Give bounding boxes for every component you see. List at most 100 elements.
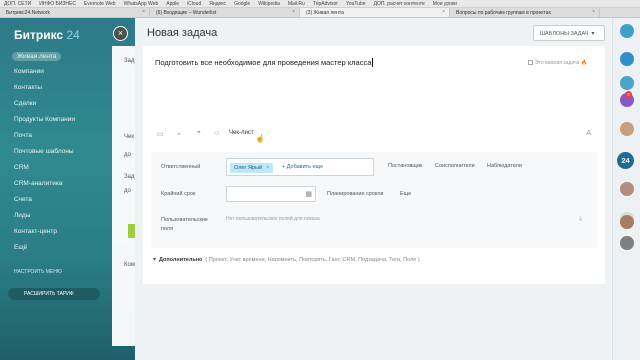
task-title-input[interactable]: Подготовить все необходимое для проведен… [155,58,374,67]
format-button[interactable]: A [586,130,591,137]
editor-toolbar: ▭ ⌁ ❞ ☺ Чек-лист ☝ A [157,130,597,143]
configure-menu-link[interactable]: НАСТРОИТЬ МЕНЮ [14,269,62,275]
creator-link[interactable]: Постановщик [388,163,422,169]
responsible-field[interactable]: Олег Ярый × + Добавить еще [226,158,374,176]
search-icon[interactable] [620,24,634,38]
attach-icon[interactable]: ⌁ [177,130,181,138]
sidebar-item-deals[interactable]: Сделки [14,100,36,107]
logo-number: 24 [66,28,80,42]
browser-tabs: Битрикс24.Network × (6) Входящие – Wunder… [0,8,640,18]
avatar[interactable] [620,122,634,136]
bookmark-item[interactable]: ДОП. СЕТИ [4,1,31,7]
user-tag[interactable]: Олег Ярый × [230,163,274,173]
bookmark-item[interactable]: YouTube [346,1,366,7]
sidebar-item-mail[interactable]: Почта [14,132,32,139]
bookmark-item[interactable]: WhatsApp Web [124,1,159,7]
checklist-button[interactable]: Чек-лист [229,130,254,136]
notifications-icon[interactable] [620,52,634,66]
more-link[interactable]: Еще [400,191,411,197]
page-title: Новая задача [147,27,218,39]
mention-icon[interactable]: ☺ [213,130,220,137]
bookmark-item[interactable]: Apple [166,1,179,7]
browser-tab[interactable]: Битрикс24.Network × [0,8,150,17]
bookmark-item[interactable]: Evernote Web [84,1,116,7]
task-title-text: Подготовить все необходимое для проведен… [155,58,372,67]
bookmark-item[interactable]: Мои уроки [433,1,457,7]
responsible-label: Ответственный [161,164,201,170]
deadline-input[interactable]: ▦ [226,186,316,202]
important-label: Это важная задача [535,60,580,66]
close-tab-icon[interactable]: × [592,9,595,15]
bookmark-item[interactable]: Wikipedia [258,1,280,7]
sidebar-item-invoices[interactable]: Счета [14,196,32,203]
bookmarks-bar: ДОП. СЕТИ ИНФО БИЗНЕС Evernote Web WhatsApp… [0,0,640,8]
logo-text: Битрикс [14,28,64,42]
plan-dates-link[interactable]: Планирование сроков [327,191,383,197]
bg-text: Чек [124,134,134,140]
bookmark-item[interactable]: Яндекс [209,1,226,7]
chevron-down-icon: ▾ [153,257,157,263]
close-tab-icon[interactable]: × [142,9,145,15]
task-form: Подготовить все необходимое для проведен… [143,46,605,284]
additional-label: Дополнительно [159,257,203,263]
tab-label: Вопросы по рабочим группам в проектах [456,10,551,16]
deadline-label: Крайний срок [161,191,196,197]
bookmark-item[interactable]: Mail.Ru [288,1,305,7]
sidebar-item-products[interactable]: Продукты Компании [14,116,75,123]
close-tab-icon[interactable]: × [442,9,445,15]
important-checkbox[interactable]: Это важная задача 🔥 [528,60,588,66]
bookmark-item[interactable]: TripAdvisor [313,1,338,7]
close-tab-icon[interactable]: × [292,9,295,15]
bookmark-item[interactable]: ИНФО БИЗНЕС [39,1,76,7]
observers-link[interactable]: Наблюдатели [487,163,522,169]
expand-plan-button[interactable]: РАСШИРИТЬ ТАРИФ [8,288,100,300]
close-slider-button[interactable]: × [113,26,128,41]
additional-items: ( Проект, Учет времени, Напомнить, Повто… [205,257,420,263]
custom-fields-label: Пользовательские поля [161,217,208,232]
coexecutors-link[interactable]: Соисполнители [435,163,475,169]
bg-text: до [124,152,131,158]
text-caret [372,58,374,67]
bookmark-item[interactable]: ДОП. расчет контенте [374,1,425,7]
bookmark-item[interactable]: Google [234,1,250,7]
tab-label: (6) Входящие – Wunderlist [156,10,217,16]
sidebar-item-crm[interactable]: CRM [14,164,29,171]
sidebar-item-live-feed[interactable]: Живая лента [12,52,62,61]
avatar[interactable] [620,182,634,196]
calendar-icon[interactable]: ▦ [305,190,312,198]
sidebar-item-leads[interactable]: Лиды [14,212,30,219]
sidebar-item-companies[interactable]: Компании [14,68,44,75]
quote-icon[interactable]: ❞ [197,130,201,138]
sidebar-item-more[interactable]: Ещё [14,244,27,251]
avatar[interactable] [620,215,634,229]
bitrix24-counter-icon[interactable]: 24 [617,152,634,169]
checkbox-icon [528,60,533,65]
sidebar-item-contact-center[interactable]: Контакт-центр [14,228,57,235]
unread-badge: 3 [625,91,632,98]
browser-tab[interactable]: (6) Входящие – Wunderlist × [150,8,300,17]
additional-section[interactable]: ▾ Дополнительно( Проект, Учет времени, На… [153,256,420,263]
remove-icon[interactable]: × [266,165,269,171]
mouse-pointer-icon: ☝ [255,134,265,143]
bookmark-item[interactable]: iCloud [187,1,201,7]
templates-label: ШАБЛОНЫ ЗАДАЧ [540,31,589,37]
browser-tab-active[interactable]: (3) Живая лента × [300,8,450,17]
task-templates-button[interactable]: ШАБЛОНЫ ЗАДАЧ ▾ [533,25,605,41]
chevron-down-icon: ▾ [591,31,595,37]
sidebar-item-crm-analytics[interactable]: CRM-аналитика [14,180,62,187]
bg-text: до [124,188,131,194]
avatar[interactable] [620,236,634,250]
bg-text: Зад [124,174,135,180]
add-more-link[interactable]: + Добавить еще [282,164,323,170]
right-rail [612,18,640,360]
bitrix-logo[interactable]: Битрикс 24 [14,28,80,42]
sidebar-item-mail-templates[interactable]: Почтовые шаблоны [14,148,74,155]
editor-icon[interactable]: ▭ [157,130,164,138]
pin-icon[interactable]: ⇩ [578,216,583,223]
browser-tab[interactable]: Вопросы по рабочим группам в проектах × [450,8,600,17]
sidebar-item-contacts[interactable]: Контакты [14,84,42,91]
bg-text: Зад [124,58,135,64]
tab-label: Битрикс24.Network [6,10,50,16]
fire-icon: 🔥 [581,60,588,66]
messenger-icon[interactable] [620,76,634,90]
